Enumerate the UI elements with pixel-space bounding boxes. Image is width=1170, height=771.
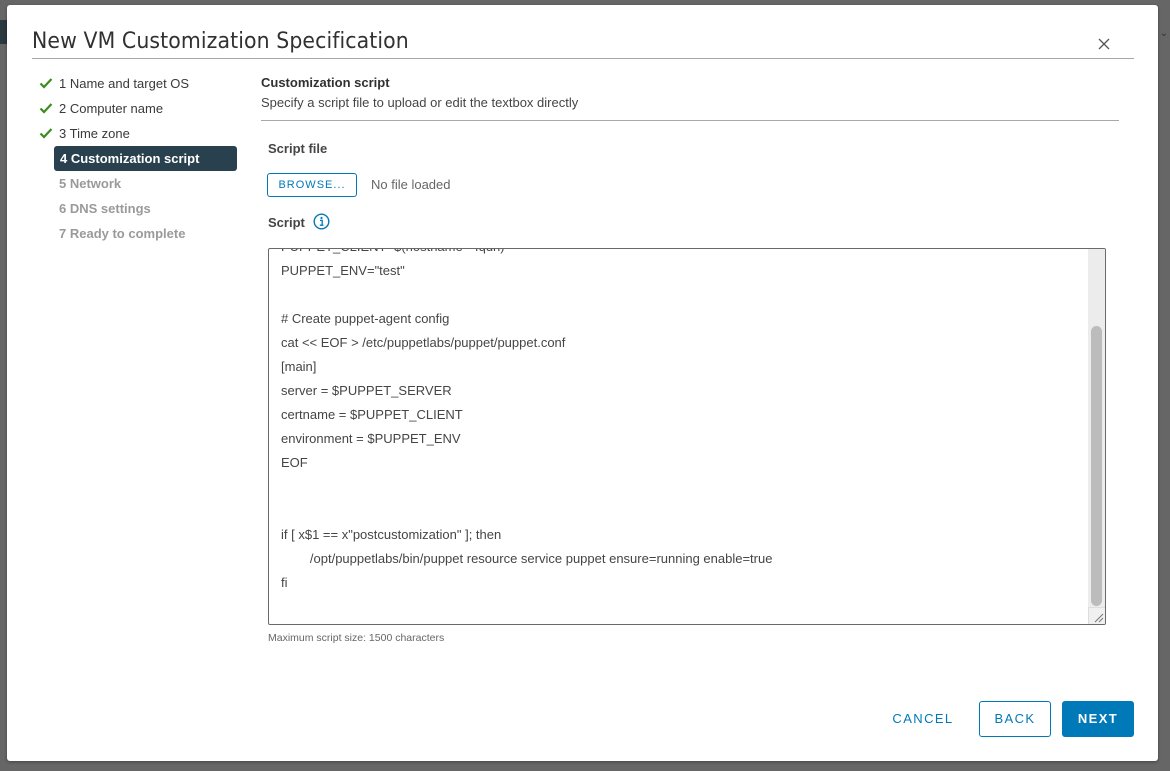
script-line: EOF bbox=[281, 455, 308, 470]
script-line bbox=[281, 595, 1083, 619]
script-line: server = $PUPPET_SERVER bbox=[281, 383, 452, 398]
close-icon bbox=[1098, 38, 1110, 50]
wizard-step-customization-script[interactable]: 4 Customization script bbox=[54, 146, 237, 171]
browse-button[interactable]: BROWSE... bbox=[267, 173, 357, 197]
wizard-step-label: 5 Network bbox=[59, 176, 122, 191]
check-icon bbox=[39, 128, 53, 139]
wizard-step-label: 4 Customization script bbox=[60, 151, 200, 166]
background-chevron-down-icon: ⌄ bbox=[1159, 28, 1168, 39]
script-size-hint: Maximum script size: 1500 characters bbox=[268, 632, 445, 644]
script-line: PUPPET_ENV="test" bbox=[281, 263, 405, 278]
dialog-title: New VM Customization Specification bbox=[32, 29, 409, 54]
section-subtitle: Specify a script file to upload or edit … bbox=[261, 95, 579, 110]
check-icon bbox=[39, 103, 53, 114]
resize-handle[interactable] bbox=[1088, 607, 1105, 624]
wizard-step-dns-settings: 6 DNS settings bbox=[37, 196, 247, 221]
wizard-step-time-zone[interactable]: 3 Time zone bbox=[37, 121, 247, 146]
script-line: if [ x$1 == x"postcustomization" ]; then bbox=[281, 527, 502, 542]
script-scrollbar-thumb[interactable] bbox=[1091, 326, 1102, 606]
close-button[interactable] bbox=[1095, 35, 1113, 53]
cancel-button[interactable]: CANCEL bbox=[881, 701, 965, 737]
check-icon bbox=[39, 78, 53, 89]
file-status: No file loaded bbox=[371, 177, 451, 192]
title-divider bbox=[32, 58, 1134, 59]
wizard-step-label: 3 Time zone bbox=[59, 126, 130, 141]
script-line: cat << EOF > /etc/puppetlabs/puppet/pupp… bbox=[281, 335, 566, 350]
section-divider bbox=[261, 120, 1119, 121]
wizard-step-label: 7 Ready to complete bbox=[59, 226, 186, 241]
wizard-step-label: 1 Name and target OS bbox=[59, 76, 190, 91]
wizard-steps: 1 Name and target OS 2 Computer name 3 T… bbox=[37, 71, 247, 246]
wizard-step-network: 5 Network bbox=[37, 171, 247, 196]
script-line bbox=[281, 475, 1083, 499]
section-title: Customization script bbox=[261, 75, 390, 90]
script-line: # Create puppet-agent config bbox=[281, 311, 450, 326]
back-button[interactable]: BACK bbox=[979, 701, 1051, 737]
script-line bbox=[281, 499, 1083, 523]
wizard-step-label: 6 DNS settings bbox=[59, 201, 151, 216]
customization-spec-dialog: New VM Customization Specification 1 Nam… bbox=[7, 5, 1158, 761]
script-content: PUPPET_CLIENT=$(hostname --fqdn) PUPPET_E… bbox=[281, 249, 1083, 619]
script-line: [main] bbox=[281, 359, 317, 374]
resize-grip-icon bbox=[1094, 613, 1104, 623]
script-line: environment = $PUPPET_ENV bbox=[281, 431, 461, 446]
script-textarea[interactable]: PUPPET_CLIENT=$(hostname --fqdn) PUPPET_E… bbox=[268, 248, 1106, 625]
wizard-step-computer-name[interactable]: 2 Computer name bbox=[37, 96, 247, 121]
step-content: Customization script Specify a script fi… bbox=[261, 73, 1119, 121]
wizard-step-label: 2 Computer name bbox=[59, 101, 164, 116]
script-line: fi bbox=[281, 575, 288, 590]
script-line bbox=[281, 283, 1083, 307]
next-button[interactable]: NEXT bbox=[1062, 701, 1134, 737]
script-line: PUPPET_CLIENT=$(hostname --fqdn) bbox=[281, 249, 1083, 259]
script-line: certname = $PUPPET_CLIENT bbox=[281, 407, 463, 422]
wizard-step-name-and-target-os[interactable]: 1 Name and target OS bbox=[37, 71, 247, 96]
info-icon[interactable] bbox=[313, 213, 330, 230]
script-file-label: Script file bbox=[268, 141, 328, 156]
wizard-step-ready-to-complete: 7 Ready to complete bbox=[37, 221, 247, 246]
script-line: /opt/puppetlabs/bin/puppet resource serv… bbox=[281, 551, 773, 566]
script-scrollbar[interactable] bbox=[1088, 249, 1105, 608]
script-label: Script bbox=[268, 215, 305, 230]
